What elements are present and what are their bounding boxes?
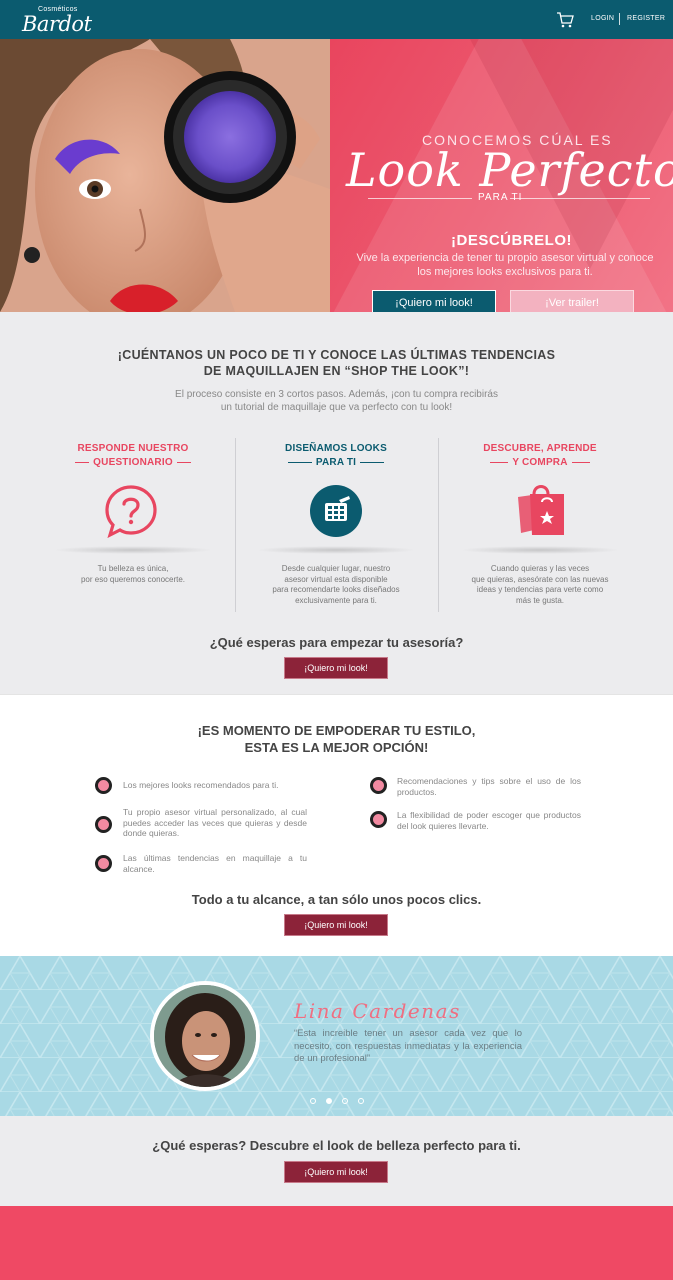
- benefits-quiero-mi-look-button[interactable]: ¡Quiero mi look!: [284, 914, 388, 936]
- hero-headline: Look Perfecto: [346, 143, 673, 197]
- final-cta-section: ¿Qué esperas? Descubre el look de bellez…: [0, 1116, 673, 1206]
- desc-line: para recomendarte looks diseñados: [272, 585, 400, 594]
- title-dash: [287, 461, 312, 463]
- benefits-title: ¡ES MOMENTO DE EMPODERAR TU ESTILO, ESTA…: [0, 722, 673, 756]
- hero-model-image: [0, 39, 330, 312]
- benefit-bullet: [95, 816, 112, 833]
- hero-description: Vive la experiencia de tener tu propio a…: [356, 252, 654, 278]
- hero-cta-title: ¡DESCÚBRELO!: [451, 232, 572, 249]
- step-title-line: RESPONDE NUESTRO: [77, 443, 189, 454]
- desc-line: exclusivamente para ti.: [295, 595, 377, 605]
- step-column-design: DISEÑAMOS LOOKS PARA TI Desde cualquier …: [256, 442, 416, 605]
- step-title-line: QUESTIONARIO: [53, 456, 213, 470]
- steps-section-subtitle: El proceso consiste en 3 cortos pasos. A…: [0, 388, 673, 414]
- step-title-line: Y COMPRA: [460, 456, 620, 470]
- benefit-text: Recomendaciones y tips sobre el uso de l…: [397, 776, 581, 797]
- step-title: DISEÑAMOS LOOKS PARA TI: [256, 442, 416, 470]
- desc-line: que quieras, asesórate con las nuevas: [471, 574, 609, 584]
- title-line: ESTA ES LA MEJOR OPCIÓN!: [244, 740, 429, 755]
- desc-line: Cuando quieras y las veces: [490, 564, 590, 573]
- subtitle-line: El proceso consiste en 3 cortos pasos. A…: [175, 389, 498, 400]
- desc-line: por eso queremos conocerte.: [80, 574, 186, 584]
- hero-divider: [368, 198, 472, 199]
- steps-section-title: ¡CUÉNTANOS UN POCO DE TI Y CONOCE LAS ÚL…: [0, 347, 673, 379]
- benefits-section: ¡ES MOMENTO DE EMPODERAR TU ESTILO, ESTA…: [0, 694, 673, 956]
- avatar-portrait-image: [154, 985, 256, 1087]
- step-column-buy: DESCUBRE, APRENDE Y COMPRA Cuando quiera…: [460, 442, 620, 605]
- title-dash: [75, 461, 90, 463]
- benefit-text: Las últimas tendencias en maquillaje a t…: [123, 853, 307, 874]
- benefit-text: Tu propio asesor virtual personalizado, …: [123, 807, 307, 838]
- title-line: DE MAQUILLAJEN EN “SHOP THE LOOK”!: [203, 364, 470, 378]
- step-title-text: Y COMPRA: [512, 457, 568, 468]
- step-title: RESPONDE NUESTRO QUESTIONARIO: [53, 442, 213, 470]
- slider-dot-3[interactable]: [342, 1098, 348, 1104]
- step-column-questionnaire: RESPONDE NUESTRO QUESTIONARIO Tu belleza…: [53, 442, 213, 584]
- desc-line: asesor virtual esta disponible: [284, 574, 388, 584]
- logo-title: Bardot: [22, 12, 92, 36]
- shopping-bag-icon: [518, 485, 564, 535]
- step-description: Desde cualquier lugar, nuestro asesor vi…: [256, 564, 416, 606]
- slider-dot-1[interactable]: [310, 1098, 316, 1104]
- step-title: DESCUBRE, APRENDE Y COMPRA: [460, 442, 620, 470]
- step-title-text: QUESTIONARIO: [93, 457, 173, 468]
- desc-line: Tu belleza es única,: [97, 564, 169, 573]
- benefit-bullet: [95, 777, 112, 794]
- testimonial-avatar: [150, 981, 260, 1091]
- login-link[interactable]: LOGIN: [591, 15, 614, 22]
- steps-section: ¡CUÉNTANOS UN POCO DE TI Y CONOCE LAS ÚL…: [0, 312, 673, 694]
- steps-quiero-mi-look-button[interactable]: ¡Quiero mi look!: [284, 657, 388, 679]
- subtitle-line: un tutorial de maquillaje que va perfect…: [220, 402, 453, 413]
- title-line: ¡CUÉNTANOS UN POCO DE TI Y CONOCE LAS ÚL…: [117, 348, 556, 362]
- steps-question: ¿Qué esperas para empezar tu asesoría?: [209, 635, 464, 650]
- icon-shadow: [256, 546, 416, 554]
- final-cta-question: ¿Qué esperas? Descubre el look de bellez…: [152, 1138, 521, 1153]
- icon-shadow: [460, 546, 620, 554]
- benefit-text: La flexibilidad de poder escoger que pro…: [397, 810, 581, 831]
- slider-dot-4[interactable]: [358, 1098, 364, 1104]
- icon-shadow: [53, 546, 213, 554]
- testimonial-quote: “Esta increible tener un asesor cada vez…: [294, 1028, 522, 1064]
- title-line: ¡ES MOMENTO DE EMPODERAR TU ESTILO,: [197, 723, 476, 738]
- step-description: Cuando quieras y las veces que quieras, …: [460, 564, 620, 606]
- step-description: Tu belleza es única, por eso queremos co…: [53, 564, 213, 585]
- hero-divider: [510, 198, 650, 199]
- step-title-text: PARA TI: [315, 457, 357, 468]
- title-dash: [360, 461, 385, 463]
- testimonial-name: Lina Cardenas: [294, 999, 461, 1023]
- benefit-bullet: [95, 855, 112, 872]
- slider-dot-2[interactable]: [326, 1098, 332, 1104]
- testimonial-slider: Lina Cardenas “Esta increible tener un a…: [0, 956, 673, 1116]
- hero-banner: CONOCEMOS CÚAL ES Look Perfecto PARA TI …: [0, 39, 673, 312]
- title-dash: [490, 461, 509, 463]
- cart-icon[interactable]: [556, 12, 574, 28]
- desc-line: más te gusta.: [515, 595, 565, 605]
- palette-icon: [310, 485, 362, 537]
- step-title-line: PARA TI: [256, 456, 416, 470]
- column-divider: [235, 438, 236, 612]
- column-divider: [438, 438, 439, 612]
- top-navbar: Cosméticos Bardot LOGIN REGISTER: [0, 0, 673, 39]
- step-title-line: DISEÑAMOS LOOKS: [285, 443, 387, 454]
- benefits-question: Todo a tu alcance, a tan sólo unos pocos…: [191, 892, 482, 907]
- footer: [0, 1206, 673, 1280]
- step-title-line: DESCUBRE, APRENDE: [483, 443, 597, 454]
- hero-quiero-mi-look-button[interactable]: ¡Quiero mi look!: [372, 290, 496, 312]
- avatar-photo: [154, 985, 256, 1087]
- question-chat-icon: [105, 485, 157, 538]
- title-dash: [571, 461, 590, 463]
- title-dash: [176, 461, 191, 463]
- hero-ver-trailer-button[interactable]: ¡Ver trailer!: [510, 290, 634, 312]
- nav-divider: [619, 13, 620, 25]
- benefit-bullet: [370, 777, 387, 794]
- register-link[interactable]: REGISTER: [627, 15, 665, 22]
- benefit-bullet: [370, 811, 387, 828]
- desc-line: ideas y tendencias para verte como: [476, 585, 604, 594]
- desc-line: Desde cualquier lugar, nuestro: [281, 564, 391, 573]
- benefit-text: Los mejores looks recomendados para ti.: [123, 780, 279, 790]
- final-quiero-mi-look-button[interactable]: ¡Quiero mi look!: [284, 1161, 388, 1183]
